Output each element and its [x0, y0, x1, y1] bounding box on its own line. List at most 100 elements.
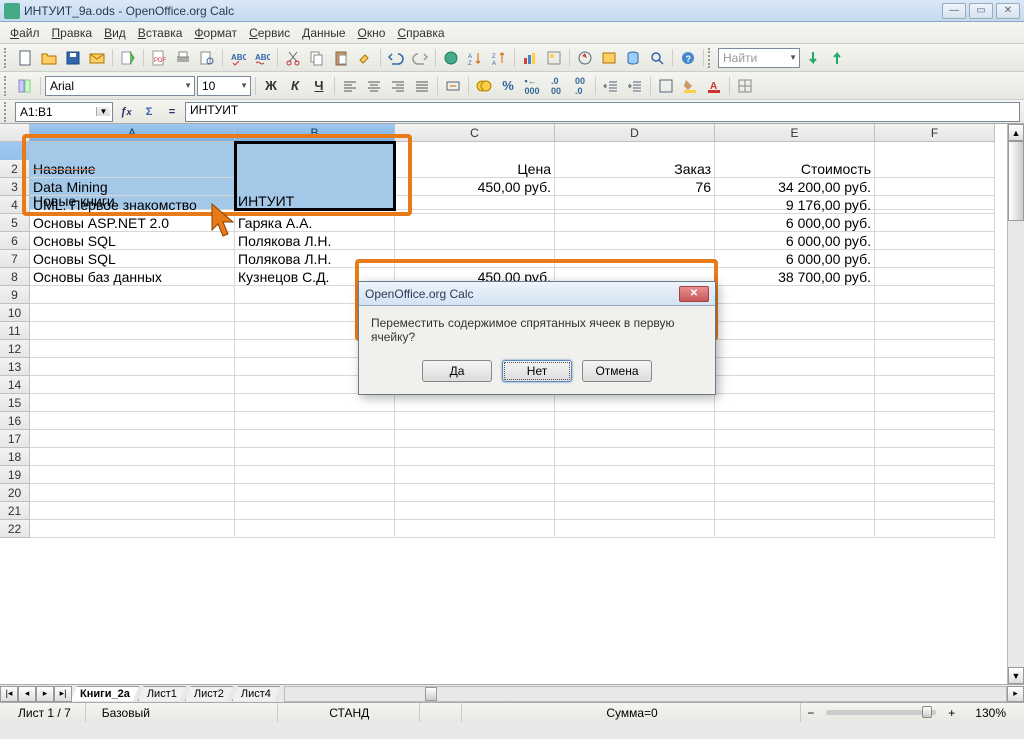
row-header-11[interactable]: 11 [0, 322, 30, 340]
cell-C16[interactable] [395, 412, 555, 430]
cell-E21[interactable] [715, 502, 875, 520]
sheet-tab[interactable]: Лист2 [185, 686, 233, 701]
align-right-icon[interactable] [387, 75, 409, 97]
cell-C18[interactable] [395, 448, 555, 466]
tab-nav-next-icon[interactable]: ▸ [36, 686, 54, 702]
cell-F7[interactable] [875, 250, 995, 268]
row-header-4[interactable]: 4 [0, 196, 30, 214]
cell-F22[interactable] [875, 520, 995, 538]
cell-A17[interactable] [30, 430, 235, 448]
cell-F10[interactable] [875, 304, 995, 322]
menu-data[interactable]: Данные [296, 23, 351, 43]
cut-icon[interactable] [282, 47, 304, 69]
zoom-slider[interactable] [826, 710, 936, 715]
cell-C15[interactable] [395, 394, 555, 412]
row-header-16[interactable]: 16 [0, 412, 30, 430]
cell-E2[interactable]: Стоимость [715, 160, 875, 178]
cell-E22[interactable] [715, 520, 875, 538]
menu-insert[interactable]: Вставка [132, 23, 189, 43]
row-header-22[interactable]: 22 [0, 520, 30, 538]
cell-D7[interactable] [555, 250, 715, 268]
print-preview-icon[interactable] [196, 47, 218, 69]
cell-B5[interactable]: Гаряка А.А. [235, 214, 395, 232]
cell-F11[interactable] [875, 322, 995, 340]
tab-nav-last-icon[interactable]: ▸| [54, 686, 72, 702]
cell-E17[interactable] [715, 430, 875, 448]
cell-C3[interactable]: 450,00 руб. [395, 178, 555, 196]
scroll-down-icon[interactable]: ▼ [1008, 667, 1024, 684]
cell-A9[interactable] [30, 286, 235, 304]
underline-icon[interactable]: Ч [308, 75, 330, 97]
merge-cells-icon[interactable] [442, 75, 464, 97]
row-header-13[interactable]: 13 [0, 358, 30, 376]
row-header-9[interactable]: 9 [0, 286, 30, 304]
scroll-thumb[interactable] [1008, 141, 1024, 221]
row-header-5[interactable]: 5 [0, 214, 30, 232]
status-style[interactable]: Базовый [88, 703, 278, 722]
cell-A10[interactable] [30, 304, 235, 322]
find-prev-icon[interactable] [826, 47, 848, 69]
remove-decimal-icon[interactable]: 00.0 [569, 75, 591, 97]
increase-indent-icon[interactable] [624, 75, 646, 97]
cell-E7[interactable]: 6 000,00 руб. [715, 250, 875, 268]
cell-F15[interactable] [875, 394, 995, 412]
sheet-tab[interactable]: Лист4 [232, 686, 280, 701]
tab-nav-prev-icon[interactable]: ◂ [18, 686, 36, 702]
font-name-combo[interactable]: Arial▼ [45, 76, 195, 96]
column-header-C[interactable]: C [395, 124, 555, 142]
cell-E20[interactable] [715, 484, 875, 502]
cell-B22[interactable] [235, 520, 395, 538]
redo-icon[interactable] [409, 47, 431, 69]
cell-B20[interactable] [235, 484, 395, 502]
cell-F6[interactable] [875, 232, 995, 250]
cell-C21[interactable] [395, 502, 555, 520]
cell-F5[interactable] [875, 214, 995, 232]
cell-F16[interactable] [875, 412, 995, 430]
spellcheck-icon[interactable]: ABC [227, 47, 249, 69]
tab-nav-first-icon[interactable]: |◂ [0, 686, 18, 702]
edit-icon[interactable] [117, 47, 139, 69]
menu-window[interactable]: Окно [352, 23, 392, 43]
show-draw-icon[interactable] [543, 47, 565, 69]
cell-A22[interactable] [30, 520, 235, 538]
cell-D2[interactable]: Заказ [555, 160, 715, 178]
hscroll-right-icon[interactable]: ▸ [1007, 686, 1024, 702]
cell-D16[interactable] [555, 412, 715, 430]
cell-E12[interactable] [715, 340, 875, 358]
column-header-A[interactable]: A [30, 124, 235, 142]
cell-A8[interactable]: Основы баз данных [30, 268, 235, 286]
datasources-icon[interactable] [622, 47, 644, 69]
menu-file[interactable]: Файл [4, 23, 46, 43]
bold-icon[interactable]: Ж [260, 75, 282, 97]
formula-input[interactable]: ИНТУИТ [185, 102, 1020, 122]
paste-icon[interactable] [330, 47, 352, 69]
close-button[interactable]: ✕ [996, 3, 1020, 19]
cell-E9[interactable] [715, 286, 875, 304]
sort-asc-icon[interactable]: AZ [464, 47, 486, 69]
cell-C7[interactable] [395, 250, 555, 268]
dialog-titlebar[interactable]: OpenOffice.org Calc ✕ [359, 282, 715, 306]
minimize-button[interactable]: — [942, 3, 966, 19]
cell-C2[interactable]: Цена [395, 160, 555, 178]
cell-A2[interactable]: Название [30, 160, 235, 178]
font-size-combo[interactable]: 10▼ [197, 76, 251, 96]
row-header-14[interactable]: 14 [0, 376, 30, 394]
row-header-15[interactable]: 15 [0, 394, 30, 412]
sheet-tab-active[interactable]: Книги_2а [71, 686, 139, 701]
chart-icon[interactable] [519, 47, 541, 69]
navigator-icon[interactable] [574, 47, 596, 69]
menu-format[interactable]: Формат [188, 23, 243, 43]
cell-D4[interactable] [555, 196, 715, 214]
row-header-7[interactable]: 7 [0, 250, 30, 268]
auto-spellcheck-icon[interactable]: ABC [251, 47, 273, 69]
dialog-yes-button[interactable]: Да [422, 360, 492, 382]
cell-A20[interactable] [30, 484, 235, 502]
email-icon[interactable] [86, 47, 108, 69]
cell-B19[interactable] [235, 466, 395, 484]
cell-B15[interactable] [235, 394, 395, 412]
decrease-indent-icon[interactable] [600, 75, 622, 97]
cell-D20[interactable] [555, 484, 715, 502]
cell-A3[interactable]: Data Mining [30, 178, 235, 196]
align-left-icon[interactable] [339, 75, 361, 97]
sheet-tab[interactable]: Лист1 [138, 686, 186, 701]
